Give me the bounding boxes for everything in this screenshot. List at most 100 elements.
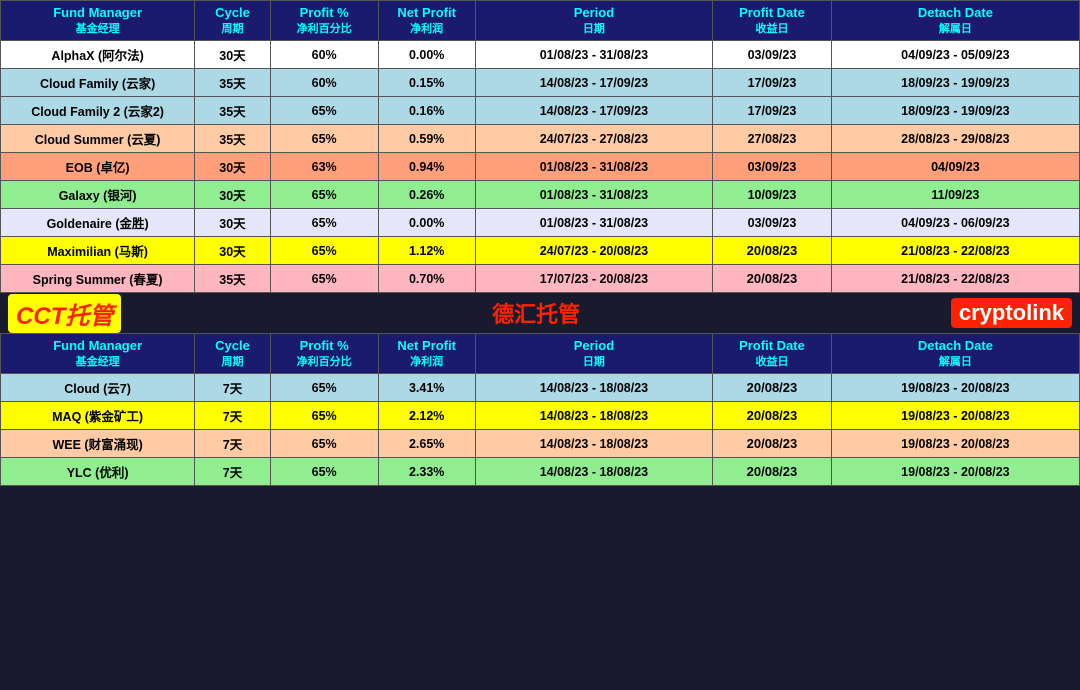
cell-profit-date: 20/08/23 bbox=[713, 402, 832, 430]
header-profit-date: Profit Date 收益日 bbox=[713, 1, 832, 41]
cell-detach-date: 11/09/23 bbox=[831, 181, 1079, 209]
cell-detach-date: 21/08/23 - 22/08/23 bbox=[831, 237, 1079, 265]
cell-cycle: 35天 bbox=[195, 97, 271, 125]
cell-period: 01/08/23 - 31/08/23 bbox=[475, 209, 712, 237]
cell-profit-date: 03/09/23 bbox=[713, 209, 832, 237]
header2-cycle: Cycle 周期 bbox=[195, 334, 271, 374]
cell-profit-pct: 65% bbox=[270, 125, 378, 153]
header-detach-date: Detach Date 解属日 bbox=[831, 1, 1079, 41]
header-profit-pct: Profit % 净利百分比 bbox=[270, 1, 378, 41]
cell-detach-date: 19/08/23 - 20/08/23 bbox=[831, 402, 1079, 430]
cell-detach-date: 28/08/23 - 29/08/23 bbox=[831, 125, 1079, 153]
cell-cycle: 7天 bbox=[195, 402, 271, 430]
cell-fund: YLC (优利) bbox=[1, 458, 195, 486]
cell-cycle: 30天 bbox=[195, 181, 271, 209]
cell-profit-date: 20/08/23 bbox=[713, 458, 832, 486]
cell-cycle: 30天 bbox=[195, 237, 271, 265]
table-row: Cloud Family 2 (云家2) 35天 65% 0.16% 14/08… bbox=[1, 97, 1080, 125]
cell-net-profit: 1.12% bbox=[378, 237, 475, 265]
cell-profit-pct: 60% bbox=[270, 69, 378, 97]
cell-period: 14/08/23 - 18/08/23 bbox=[475, 374, 712, 402]
cell-detach-date: 19/08/23 - 20/08/23 bbox=[831, 458, 1079, 486]
cell-profit-date: 20/08/23 bbox=[713, 237, 832, 265]
header2-profit-pct: Profit % 净利百分比 bbox=[270, 334, 378, 374]
header2-fund-manager: Fund Manager 基金经理 bbox=[1, 334, 195, 374]
cell-cycle: 7天 bbox=[195, 458, 271, 486]
cell-cycle: 35天 bbox=[195, 69, 271, 97]
cell-net-profit: 0.16% bbox=[378, 97, 475, 125]
header2-detach-date: Detach Date 解属日 bbox=[831, 334, 1079, 374]
table2: Fund Manager 基金经理 Cycle 周期 Profit % 净利百分… bbox=[0, 333, 1080, 486]
cell-net-profit: 0.59% bbox=[378, 125, 475, 153]
cell-net-profit: 0.00% bbox=[378, 209, 475, 237]
divider-row: CCT托管 德汇托管 cryptolink bbox=[0, 293, 1080, 333]
cell-detach-date: 19/08/23 - 20/08/23 bbox=[831, 374, 1079, 402]
cell-net-profit: 0.15% bbox=[378, 69, 475, 97]
cell-cycle: 35天 bbox=[195, 125, 271, 153]
cell-profit-date: 10/09/23 bbox=[713, 181, 832, 209]
cell-period: 01/08/23 - 31/08/23 bbox=[475, 153, 712, 181]
cell-net-profit: 0.00% bbox=[378, 41, 475, 69]
cell-detach-date: 19/08/23 - 20/08/23 bbox=[831, 430, 1079, 458]
table-row: Cloud Summer (云夏) 35天 65% 0.59% 24/07/23… bbox=[1, 125, 1080, 153]
cell-profit-date: 20/08/23 bbox=[713, 265, 832, 293]
cell-profit-date: 17/09/23 bbox=[713, 97, 832, 125]
dehui-label: 德汇托管 bbox=[141, 297, 931, 329]
cell-net-profit: 0.94% bbox=[378, 153, 475, 181]
cell-detach-date: 04/09/23 - 06/09/23 bbox=[831, 209, 1079, 237]
cell-period: 24/07/23 - 27/08/23 bbox=[475, 125, 712, 153]
cell-period: 24/07/23 - 20/08/23 bbox=[475, 237, 712, 265]
header-fund-manager: Fund Manager 基金经理 bbox=[1, 1, 195, 41]
table-row: WEE (财富涌现) 7天 65% 2.65% 14/08/23 - 18/08… bbox=[1, 430, 1080, 458]
cell-net-profit: 3.41% bbox=[378, 374, 475, 402]
cell-profit-date: 03/09/23 bbox=[713, 41, 832, 69]
cell-profit-pct: 65% bbox=[270, 237, 378, 265]
cell-fund: Spring Summer (春夏) bbox=[1, 265, 195, 293]
cell-cycle: 30天 bbox=[195, 209, 271, 237]
header-cycle: Cycle 周期 bbox=[195, 1, 271, 41]
cell-cycle: 30天 bbox=[195, 41, 271, 69]
cell-profit-pct: 65% bbox=[270, 458, 378, 486]
table-row: MAQ (紫金矿工) 7天 65% 2.12% 14/08/23 - 18/08… bbox=[1, 402, 1080, 430]
table-row: Cloud Family (云家) 35天 60% 0.15% 14/08/23… bbox=[1, 69, 1080, 97]
table1-wrapper: Fund Manager 基金经理 Cycle 周期 Profit % 净利百分… bbox=[0, 0, 1080, 293]
cell-net-profit: 2.65% bbox=[378, 430, 475, 458]
cell-fund: AlphaX (阿尔法) bbox=[1, 41, 195, 69]
cell-profit-date: 20/08/23 bbox=[713, 430, 832, 458]
cell-period: 14/08/23 - 18/08/23 bbox=[475, 402, 712, 430]
table-row: Cloud (云7) 7天 65% 3.41% 14/08/23 - 18/08… bbox=[1, 374, 1080, 402]
cell-net-profit: 2.33% bbox=[378, 458, 475, 486]
cell-period: 14/08/23 - 18/08/23 bbox=[475, 430, 712, 458]
cct-label: CCT托管 bbox=[8, 294, 121, 333]
header2-period: Period 日期 bbox=[475, 334, 712, 374]
cell-detach-date: 21/08/23 - 22/08/23 bbox=[831, 265, 1079, 293]
cell-profit-date: 03/09/23 bbox=[713, 153, 832, 181]
cell-fund: Cloud Family (云家) bbox=[1, 69, 195, 97]
table-row: Spring Summer (春夏) 35天 65% 0.70% 17/07/2… bbox=[1, 265, 1080, 293]
table-row: AlphaX (阿尔法) 30天 60% 0.00% 01/08/23 - 31… bbox=[1, 41, 1080, 69]
cell-cycle: 35天 bbox=[195, 265, 271, 293]
cell-fund: MAQ (紫金矿工) bbox=[1, 402, 195, 430]
cell-profit-pct: 65% bbox=[270, 402, 378, 430]
cell-net-profit: 0.70% bbox=[378, 265, 475, 293]
cell-fund: Cloud Summer (云夏) bbox=[1, 125, 195, 153]
cell-detach-date: 18/09/23 - 19/09/23 bbox=[831, 97, 1079, 125]
main-container: Fund Manager 基金经理 Cycle 周期 Profit % 净利百分… bbox=[0, 0, 1080, 486]
cell-cycle: 7天 bbox=[195, 374, 271, 402]
table-row: Galaxy (银河) 30天 65% 0.26% 01/08/23 - 31/… bbox=[1, 181, 1080, 209]
table1: Fund Manager 基金经理 Cycle 周期 Profit % 净利百分… bbox=[0, 0, 1080, 293]
cell-period: 17/07/23 - 20/08/23 bbox=[475, 265, 712, 293]
cell-period: 01/08/23 - 31/08/23 bbox=[475, 181, 712, 209]
header2-net-profit: Net Profit 净利润 bbox=[378, 334, 475, 374]
cell-fund: Cloud (云7) bbox=[1, 374, 195, 402]
cell-profit-pct: 63% bbox=[270, 153, 378, 181]
cell-profit-date: 20/08/23 bbox=[713, 374, 832, 402]
cell-profit-pct: 65% bbox=[270, 209, 378, 237]
table-row: Maximilian (马斯) 30天 65% 1.12% 24/07/23 -… bbox=[1, 237, 1080, 265]
cell-cycle: 7天 bbox=[195, 430, 271, 458]
cell-profit-date: 27/08/23 bbox=[713, 125, 832, 153]
header-period: Period 日期 bbox=[475, 1, 712, 41]
crypto-label: cryptolink bbox=[951, 298, 1072, 328]
cell-net-profit: 2.12% bbox=[378, 402, 475, 430]
cell-detach-date: 18/09/23 - 19/09/23 bbox=[831, 69, 1079, 97]
